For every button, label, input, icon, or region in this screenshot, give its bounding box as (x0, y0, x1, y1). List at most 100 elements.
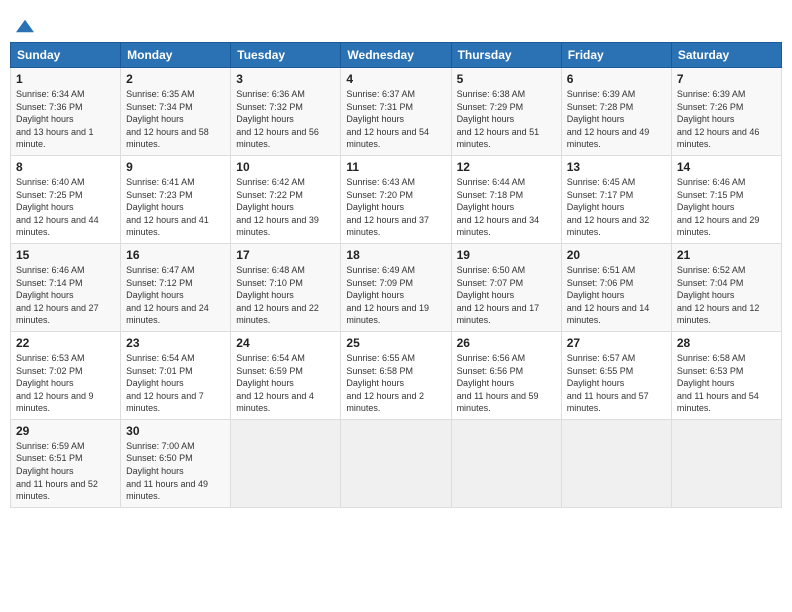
calendar-cell: 13 Sunrise: 6:45 AMSunset: 7:17 PMDaylig… (561, 155, 671, 243)
cell-text: Sunrise: 6:54 AMSunset: 6:59 PMDaylight … (236, 353, 314, 413)
cell-text: Sunrise: 6:57 AMSunset: 6:55 PMDaylight … (567, 353, 649, 413)
calendar-cell (671, 419, 781, 507)
cell-text: Sunrise: 6:39 AMSunset: 7:26 PMDaylight … (677, 89, 760, 149)
cell-text: Sunrise: 6:51 AMSunset: 7:06 PMDaylight … (567, 265, 650, 325)
day-number: 26 (457, 336, 556, 350)
cell-text: Sunrise: 6:46 AMSunset: 7:14 PMDaylight … (16, 265, 99, 325)
calendar-cell: 26 Sunrise: 6:56 AMSunset: 6:56 PMDaylig… (451, 331, 561, 419)
day-number: 12 (457, 160, 556, 174)
day-number: 25 (346, 336, 445, 350)
cell-text: Sunrise: 6:46 AMSunset: 7:15 PMDaylight … (677, 177, 760, 237)
calendar-cell: 30 Sunrise: 7:00 AMSunset: 6:50 PMDaylig… (121, 419, 231, 507)
cell-text: Sunrise: 6:59 AMSunset: 6:51 PMDaylight … (16, 441, 98, 501)
day-number: 30 (126, 424, 225, 438)
day-number: 18 (346, 248, 445, 262)
calendar-cell: 29 Sunrise: 6:59 AMSunset: 6:51 PMDaylig… (11, 419, 121, 507)
calendar-cell: 11 Sunrise: 6:43 AMSunset: 7:20 PMDaylig… (341, 155, 451, 243)
cell-text: Sunrise: 6:37 AMSunset: 7:31 PMDaylight … (346, 89, 429, 149)
day-number: 16 (126, 248, 225, 262)
day-number: 2 (126, 72, 225, 86)
page-header (10, 10, 782, 34)
day-number: 17 (236, 248, 335, 262)
weekday-header-sunday: Sunday (11, 43, 121, 68)
cell-text: Sunrise: 6:35 AMSunset: 7:34 PMDaylight … (126, 89, 209, 149)
cell-text: Sunrise: 6:43 AMSunset: 7:20 PMDaylight … (346, 177, 429, 237)
day-number: 9 (126, 160, 225, 174)
calendar-cell: 1 Sunrise: 6:34 AMSunset: 7:36 PMDayligh… (11, 68, 121, 156)
calendar-cell: 23 Sunrise: 6:54 AMSunset: 7:01 PMDaylig… (121, 331, 231, 419)
cell-text: Sunrise: 6:36 AMSunset: 7:32 PMDaylight … (236, 89, 319, 149)
calendar-cell: 15 Sunrise: 6:46 AMSunset: 7:14 PMDaylig… (11, 243, 121, 331)
weekday-header-monday: Monday (121, 43, 231, 68)
calendar-week-4: 22 Sunrise: 6:53 AMSunset: 7:02 PMDaylig… (11, 331, 782, 419)
day-number: 19 (457, 248, 556, 262)
calendar-cell: 9 Sunrise: 6:41 AMSunset: 7:23 PMDayligh… (121, 155, 231, 243)
calendar-cell: 27 Sunrise: 6:57 AMSunset: 6:55 PMDaylig… (561, 331, 671, 419)
calendar-week-1: 1 Sunrise: 6:34 AMSunset: 7:36 PMDayligh… (11, 68, 782, 156)
calendar-table: SundayMondayTuesdayWednesdayThursdayFrid… (10, 42, 782, 508)
weekday-header-row: SundayMondayTuesdayWednesdayThursdayFrid… (11, 43, 782, 68)
cell-text: Sunrise: 6:41 AMSunset: 7:23 PMDaylight … (126, 177, 209, 237)
cell-text: Sunrise: 6:56 AMSunset: 6:56 PMDaylight … (457, 353, 539, 413)
day-number: 23 (126, 336, 225, 350)
calendar-cell: 10 Sunrise: 6:42 AMSunset: 7:22 PMDaylig… (231, 155, 341, 243)
weekday-header-tuesday: Tuesday (231, 43, 341, 68)
cell-text: Sunrise: 6:55 AMSunset: 6:58 PMDaylight … (346, 353, 424, 413)
calendar-cell: 21 Sunrise: 6:52 AMSunset: 7:04 PMDaylig… (671, 243, 781, 331)
cell-text: Sunrise: 6:42 AMSunset: 7:22 PMDaylight … (236, 177, 319, 237)
logo-blue-text (14, 16, 34, 34)
calendar-week-5: 29 Sunrise: 6:59 AMSunset: 6:51 PMDaylig… (11, 419, 782, 507)
day-number: 11 (346, 160, 445, 174)
calendar-cell (231, 419, 341, 507)
cell-text: Sunrise: 6:39 AMSunset: 7:28 PMDaylight … (567, 89, 650, 149)
calendar-cell: 14 Sunrise: 6:46 AMSunset: 7:15 PMDaylig… (671, 155, 781, 243)
day-number: 20 (567, 248, 666, 262)
calendar-cell: 22 Sunrise: 6:53 AMSunset: 7:02 PMDaylig… (11, 331, 121, 419)
calendar-cell: 20 Sunrise: 6:51 AMSunset: 7:06 PMDaylig… (561, 243, 671, 331)
cell-text: Sunrise: 6:40 AMSunset: 7:25 PMDaylight … (16, 177, 99, 237)
calendar-cell: 2 Sunrise: 6:35 AMSunset: 7:34 PMDayligh… (121, 68, 231, 156)
calendar-cell: 24 Sunrise: 6:54 AMSunset: 6:59 PMDaylig… (231, 331, 341, 419)
calendar-cell (341, 419, 451, 507)
cell-text: Sunrise: 6:48 AMSunset: 7:10 PMDaylight … (236, 265, 319, 325)
day-number: 27 (567, 336, 666, 350)
calendar-cell: 3 Sunrise: 6:36 AMSunset: 7:32 PMDayligh… (231, 68, 341, 156)
calendar-cell: 19 Sunrise: 6:50 AMSunset: 7:07 PMDaylig… (451, 243, 561, 331)
cell-text: Sunrise: 6:58 AMSunset: 6:53 PMDaylight … (677, 353, 759, 413)
day-number: 5 (457, 72, 556, 86)
weekday-header-wednesday: Wednesday (341, 43, 451, 68)
calendar-cell: 18 Sunrise: 6:49 AMSunset: 7:09 PMDaylig… (341, 243, 451, 331)
day-number: 28 (677, 336, 776, 350)
calendar-cell: 6 Sunrise: 6:39 AMSunset: 7:28 PMDayligh… (561, 68, 671, 156)
day-number: 4 (346, 72, 445, 86)
day-number: 15 (16, 248, 115, 262)
day-number: 24 (236, 336, 335, 350)
cell-text: Sunrise: 6:44 AMSunset: 7:18 PMDaylight … (457, 177, 540, 237)
calendar-cell (451, 419, 561, 507)
calendar-cell: 7 Sunrise: 6:39 AMSunset: 7:26 PMDayligh… (671, 68, 781, 156)
calendar-week-2: 8 Sunrise: 6:40 AMSunset: 7:25 PMDayligh… (11, 155, 782, 243)
day-number: 10 (236, 160, 335, 174)
cell-text: Sunrise: 7:00 AMSunset: 6:50 PMDaylight … (126, 441, 208, 501)
weekday-header-saturday: Saturday (671, 43, 781, 68)
calendar-cell: 5 Sunrise: 6:38 AMSunset: 7:29 PMDayligh… (451, 68, 561, 156)
cell-text: Sunrise: 6:54 AMSunset: 7:01 PMDaylight … (126, 353, 204, 413)
logo (14, 16, 34, 34)
cell-text: Sunrise: 6:50 AMSunset: 7:07 PMDaylight … (457, 265, 540, 325)
cell-text: Sunrise: 6:47 AMSunset: 7:12 PMDaylight … (126, 265, 209, 325)
calendar-cell: 28 Sunrise: 6:58 AMSunset: 6:53 PMDaylig… (671, 331, 781, 419)
calendar-cell: 8 Sunrise: 6:40 AMSunset: 7:25 PMDayligh… (11, 155, 121, 243)
calendar-cell: 25 Sunrise: 6:55 AMSunset: 6:58 PMDaylig… (341, 331, 451, 419)
day-number: 6 (567, 72, 666, 86)
calendar-cell: 12 Sunrise: 6:44 AMSunset: 7:18 PMDaylig… (451, 155, 561, 243)
calendar-cell (561, 419, 671, 507)
day-number: 14 (677, 160, 776, 174)
cell-text: Sunrise: 6:53 AMSunset: 7:02 PMDaylight … (16, 353, 94, 413)
cell-text: Sunrise: 6:34 AMSunset: 7:36 PMDaylight … (16, 89, 94, 149)
day-number: 22 (16, 336, 115, 350)
calendar-cell: 4 Sunrise: 6:37 AMSunset: 7:31 PMDayligh… (341, 68, 451, 156)
calendar-cell: 17 Sunrise: 6:48 AMSunset: 7:10 PMDaylig… (231, 243, 341, 331)
day-number: 3 (236, 72, 335, 86)
calendar-week-3: 15 Sunrise: 6:46 AMSunset: 7:14 PMDaylig… (11, 243, 782, 331)
weekday-header-friday: Friday (561, 43, 671, 68)
